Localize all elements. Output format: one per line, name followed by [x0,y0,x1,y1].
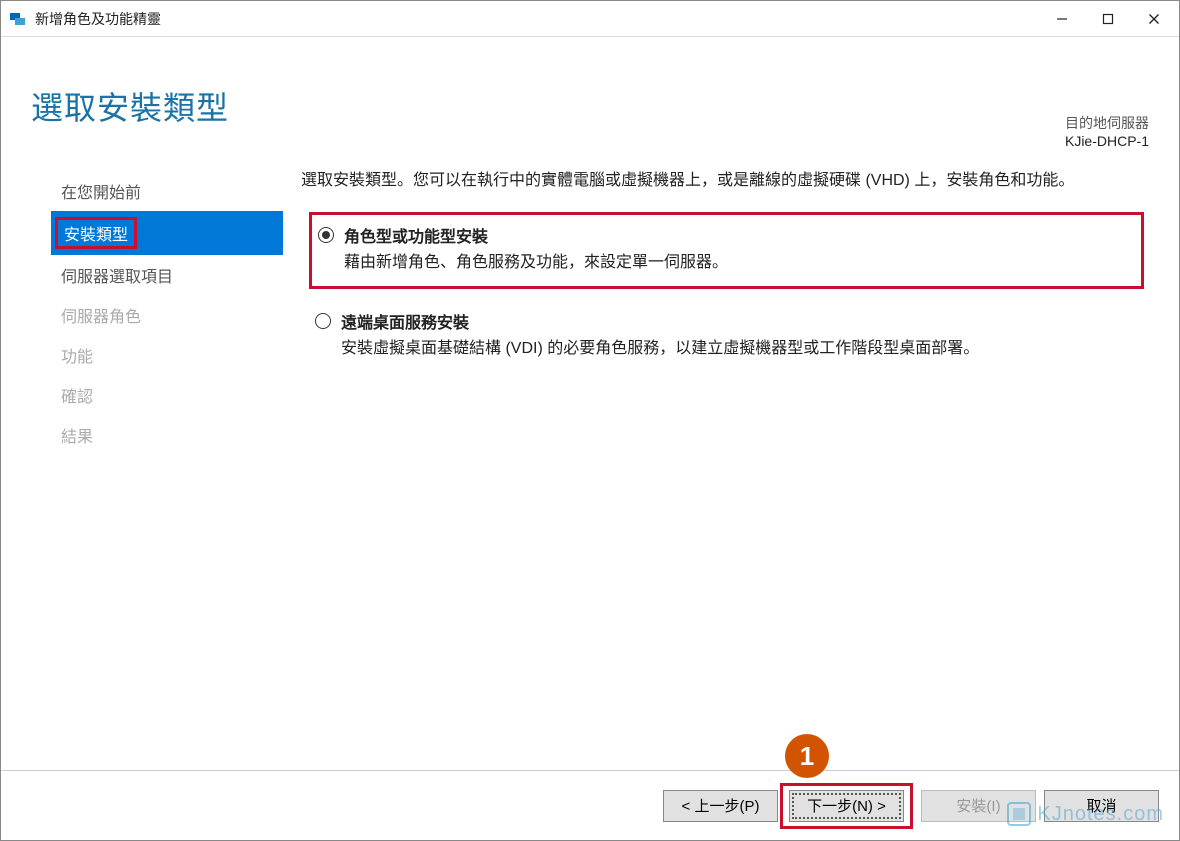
sidebar-item-server-roles: 伺服器角色 [51,295,283,335]
sidebar-item-features: 功能 [51,335,283,375]
sidebar-item-server-selection[interactable]: 伺服器選取項目 [51,255,283,295]
option-desc-role-based: 藉由新增角色、角色服務及功能，來設定單一伺服器。 [344,249,1127,276]
minimize-button[interactable] [1039,2,1085,36]
option-desc-rds: 安裝虛擬桌面基礎結構 (VDI) 的必要角色服務，以建立虛擬機器型或工作階段型桌… [341,335,1130,362]
content-wrap: 選取安裝類型 目的地伺服器 KJie-DHCP-1 在您開始前 安裝類型 伺服器… [1,37,1179,840]
option-title-rds: 遠端桌面服務安裝 [341,309,469,333]
option-role-based[interactable]: 角色型或功能型安裝 藉由新增角色、角色服務及功能，來設定單一伺服器。 [309,212,1144,289]
main-panel: 選取安裝類型。您可以在執行中的實體電腦或虛擬機器上，或是離線的虛擬硬碟 (VHD… [301,167,1179,770]
main-area: 在您開始前 安裝類型 伺服器選取項目 伺服器角色 功能 確認 結果 選取安裝類型… [1,157,1179,770]
radio-rds[interactable] [315,313,331,329]
window-controls [1039,2,1177,36]
wizard-footer: 1 < 上一步(P) 下一步(N) > 安裝(I) 取消 KJnotes.com [1,770,1179,840]
previous-button[interactable]: < 上一步(P) [663,790,778,822]
install-button: 安裝(I) [921,790,1036,822]
app-icon [9,10,27,28]
next-button[interactable]: 下一步(N) > [789,790,904,822]
destination-label: 目的地伺服器 [1065,113,1149,133]
sidebar-item-results: 結果 [51,415,283,455]
annotation-step-badge: 1 [785,734,829,778]
radio-role-based[interactable] [318,227,334,243]
maximize-button[interactable] [1085,2,1131,36]
sidebar-item-install-type[interactable]: 安裝類型 [51,211,283,255]
sidebar-highlight: 安裝類型 [55,217,137,249]
sidebar-item-confirm: 確認 [51,375,283,415]
option-title-role-based: 角色型或功能型安裝 [344,223,488,247]
option-rds[interactable]: 遠端桌面服務安裝 安裝虛擬桌面基礎結構 (VDI) 的必要角色服務，以建立虛擬機… [309,301,1144,372]
wizard-sidebar: 在您開始前 安裝類型 伺服器選取項目 伺服器角色 功能 確認 結果 [1,167,301,770]
cancel-button[interactable]: 取消 [1044,790,1159,822]
titlebar: 新增角色及功能精靈 [1,1,1179,37]
next-button-highlight: 下一步(N) > [780,783,913,829]
sidebar-item-before-you-begin[interactable]: 在您開始前 [51,171,283,211]
install-type-options: 角色型或功能型安裝 藉由新增角色、角色服務及功能，來設定單一伺服器。 遠端桌面服… [301,212,1144,372]
page-title: 選取安裝類型 [31,83,1149,129]
destination-name: KJie-DHCP-1 [1065,133,1149,149]
header-area: 選取安裝類型 目的地伺服器 KJie-DHCP-1 [1,37,1179,157]
destination-server: 目的地伺服器 KJie-DHCP-1 [1065,113,1149,149]
window-title: 新增角色及功能精靈 [35,9,161,29]
titlebar-left: 新增角色及功能精靈 [9,9,161,29]
instruction-text: 選取安裝類型。您可以在執行中的實體電腦或虛擬機器上，或是離線的虛擬硬碟 (VHD… [301,167,1144,194]
close-button[interactable] [1131,2,1177,36]
